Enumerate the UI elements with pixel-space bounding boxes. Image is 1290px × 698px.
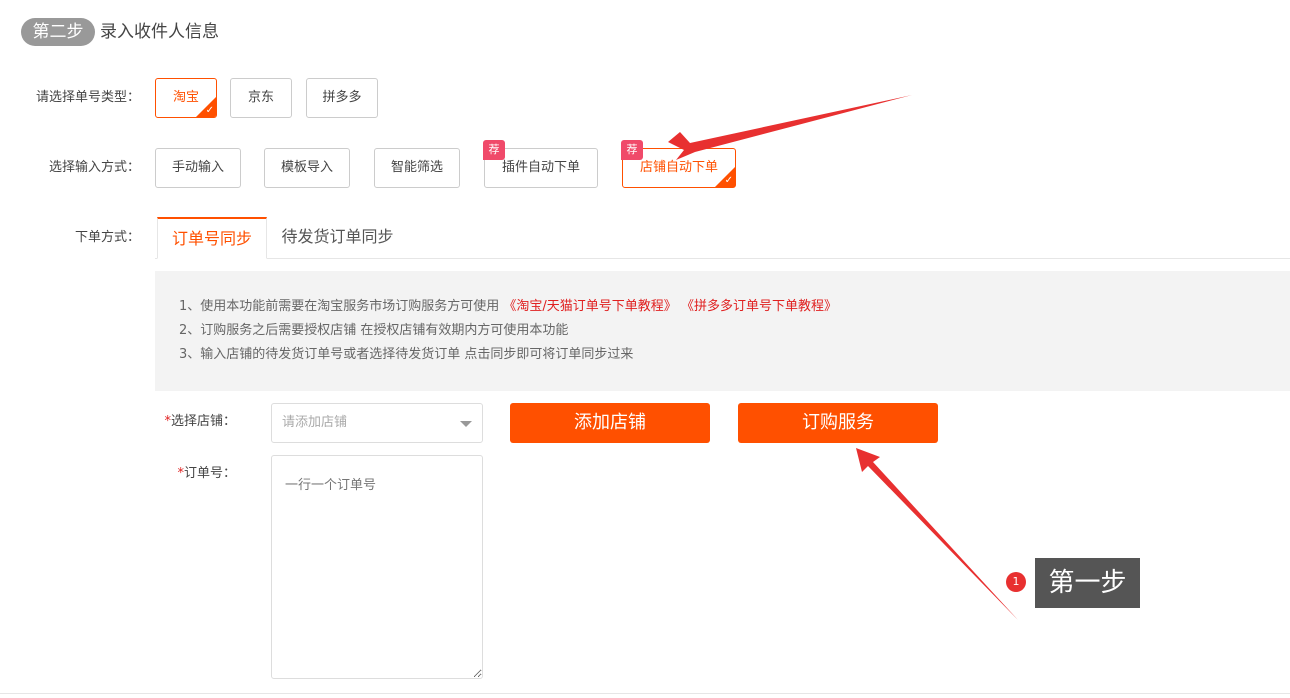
arrow-to-subscribe-service — [856, 448, 1018, 620]
arrow-to-shop-auto-order — [668, 95, 912, 160]
step-one-tooltip: 第一步 — [1035, 558, 1140, 608]
step-number-badge: 1 — [1006, 572, 1026, 592]
